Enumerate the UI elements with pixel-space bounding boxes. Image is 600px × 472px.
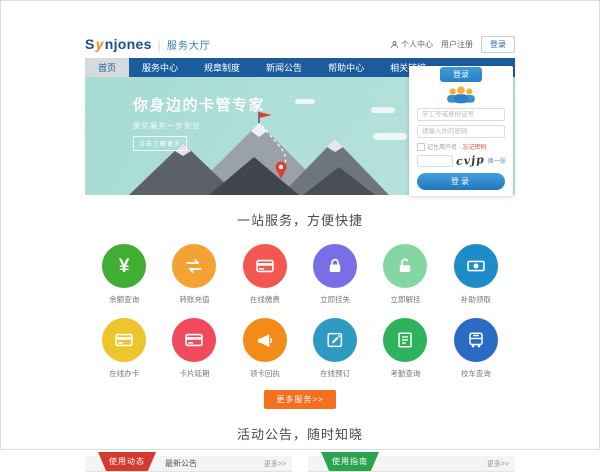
user-icon — [390, 40, 399, 49]
more-link-left[interactable]: 更多>> — [264, 459, 292, 469]
nav-item-help[interactable]: 帮助中心 — [315, 58, 377, 77]
service-item-apply-card[interactable]: 在线办卡 — [89, 318, 159, 379]
login-tab[interactable]: 登录 — [440, 67, 482, 82]
remember-label: 记住用户名 — [427, 142, 457, 151]
header-links: 个人中心 用户注册 登录 — [390, 36, 515, 53]
logo-accent-letter: y — [96, 36, 104, 52]
remember-row: 记住用户名 | 忘记密码 — [417, 142, 505, 151]
login-submit-button[interactable]: 登录 — [417, 173, 505, 190]
tab-latest-notices[interactable]: 最新公告 — [165, 458, 197, 469]
forgot-password-link[interactable]: 忘记密码 — [463, 142, 487, 151]
service-item-booking[interactable]: 在线预订 — [300, 318, 370, 379]
brand-logo[interactable]: Synjones | 服务大厅 — [85, 36, 211, 52]
nav-item-service-center[interactable]: 服务中心 — [129, 58, 191, 77]
service-item-subsidy[interactable]: 补助领取 — [441, 244, 511, 305]
tab-usage-news[interactable]: 使用动态 — [98, 452, 156, 471]
page: Synjones | 服务大厅 个人中心 用户注册 登录 首页 服务中心 规章制… — [85, 30, 515, 472]
banner-subtitle: 提供服务一步到位 — [133, 121, 265, 131]
services-grid: ¥ 余额查询 转账充值 在线缴费 立即挂失 — [85, 244, 515, 379]
announcements-title: 活动公告，随时知晓 — [85, 424, 515, 443]
logo-text-rest: njones — [105, 36, 152, 52]
nav-item-news[interactable]: 新闻公告 — [253, 58, 315, 77]
password-input[interactable] — [417, 125, 505, 138]
service-item-schoolbus[interactable]: 校车查询 — [441, 318, 511, 379]
edit-icon[interactable] — [313, 318, 357, 362]
change-captcha-link[interactable]: 换一张 — [488, 156, 506, 165]
header-login-button[interactable]: 登录 — [481, 36, 515, 53]
personal-center-link[interactable]: 个人中心 — [390, 39, 433, 50]
captcha-row: cvjp 换一张 — [417, 154, 505, 167]
users-icon — [444, 86, 478, 104]
separator: | — [459, 144, 461, 150]
announcement-column-left: 使用动态 最新公告 更多>> — [85, 456, 292, 472]
header: Synjones | 服务大厅 个人中心 用户注册 登录 — [85, 30, 515, 58]
logo-divider: | — [158, 40, 161, 52]
announcement-columns: 使用动态 最新公告 更多>> 使用指南 更多>> — [85, 456, 515, 472]
nav-item-home[interactable]: 首页 — [85, 58, 129, 77]
service-item-report-loss[interactable]: 立即挂失 — [300, 244, 370, 305]
nav-item-rules[interactable]: 规章制度 — [191, 58, 253, 77]
bank-card-icon[interactable] — [102, 318, 146, 362]
tab-usage-guide[interactable]: 使用指南 — [321, 452, 379, 471]
yen-icon[interactable]: ¥ — [102, 244, 146, 288]
services-section: 一站服务，方便快捷 ¥ 余额查询 转账充值 在线缴费 — [85, 195, 515, 409]
login-panel: 登录 记住用户名 | 忘记密码 cvjp 换一张 登录 — [409, 66, 513, 196]
register-label: 用户注册 — [441, 39, 473, 50]
personal-center-label: 个人中心 — [401, 39, 433, 50]
service-item-transfer[interactable]: 转账充值 — [159, 244, 229, 305]
banner-more-button[interactable]: 点击了解更多 — [133, 136, 187, 151]
transfer-arrows-icon[interactable] — [172, 244, 216, 288]
service-item-unfreeze[interactable]: 立即解挂 — [370, 244, 440, 305]
megaphone-icon[interactable] — [243, 318, 287, 362]
register-link[interactable]: 用户注册 — [441, 39, 473, 50]
service-item-balance[interactable]: ¥ 余额查询 — [89, 244, 159, 305]
bus-icon[interactable] — [454, 318, 498, 362]
banner-text-block: 你身边的卡管专家 提供服务一步到位 点击了解更多 — [133, 94, 265, 151]
logo-text: S — [85, 36, 95, 52]
service-item-card-extend[interactable]: 卡片延期 — [159, 318, 229, 379]
banknote-icon[interactable] — [454, 244, 498, 288]
service-item-attendance[interactable]: 考勤查询 — [370, 318, 440, 379]
username-input[interactable] — [417, 108, 505, 121]
banner-title: 你身边的卡管专家 — [133, 94, 265, 115]
announcements-section: 活动公告，随时知晓 使用动态 最新公告 更多>> 使用指南 更多>> — [85, 424, 515, 472]
more-link-right[interactable]: 更多>> — [487, 459, 515, 469]
lock-icon[interactable] — [313, 244, 357, 288]
captcha-input[interactable] — [417, 155, 453, 167]
unlock-icon[interactable] — [383, 244, 427, 288]
remember-checkbox[interactable] — [417, 143, 425, 151]
site-name: 服务大厅 — [167, 37, 211, 52]
bank-card-icon[interactable] — [172, 318, 216, 362]
announcement-column-right: 使用指南 更多>> — [308, 456, 515, 472]
service-item-card-receipt[interactable]: 领卡回执 — [230, 318, 300, 379]
cloud-shape — [295, 99, 315, 104]
captcha-image[interactable]: cvjp — [456, 153, 486, 168]
services-title: 一站服务，方便快捷 — [85, 210, 515, 229]
more-services-button[interactable]: 更多服务>> — [264, 390, 335, 409]
service-item-pay[interactable]: 在线缴费 — [230, 244, 300, 305]
bank-card-icon[interactable] — [243, 244, 287, 288]
attendance-list-icon[interactable] — [383, 318, 427, 362]
